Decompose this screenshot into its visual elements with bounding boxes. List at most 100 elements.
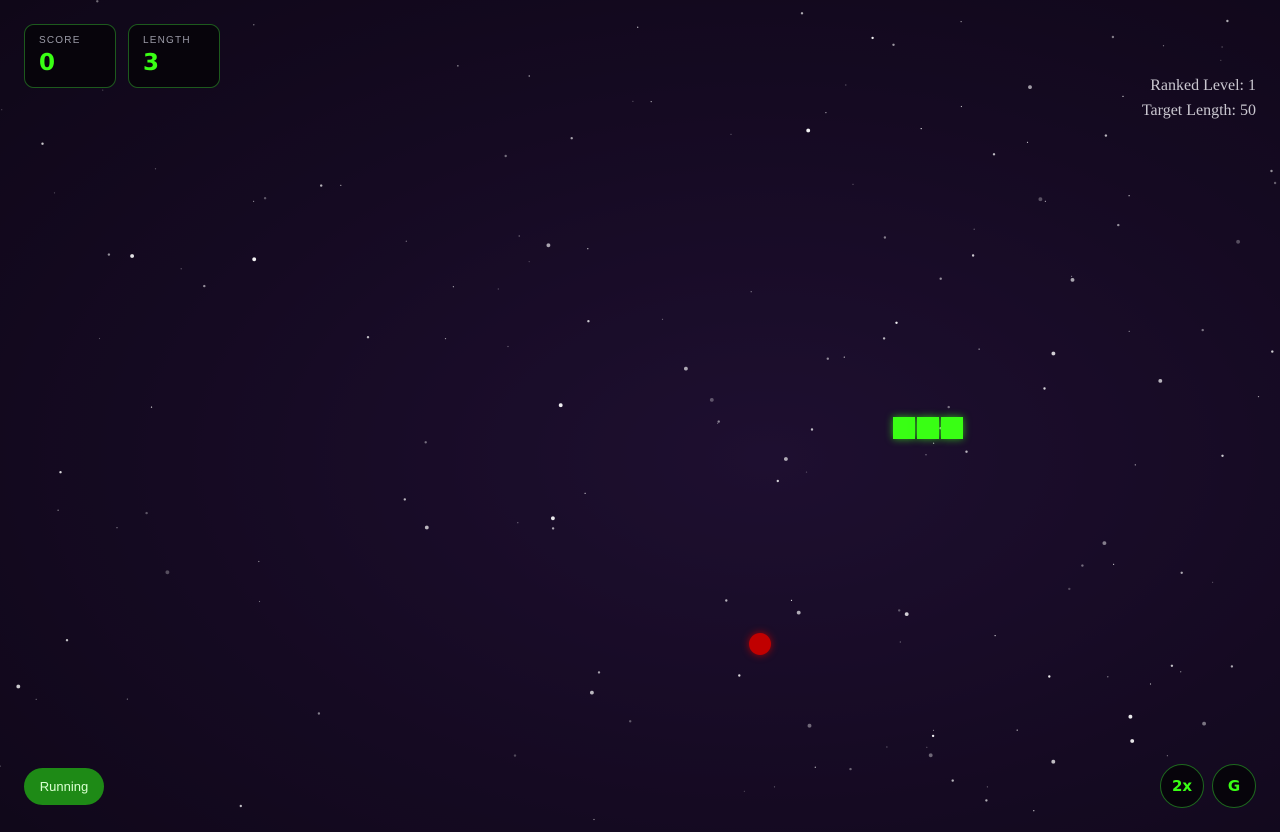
length-card: LENGTH 3 bbox=[128, 24, 220, 88]
star bbox=[1081, 564, 1084, 567]
star bbox=[826, 357, 829, 360]
star bbox=[597, 671, 601, 674]
star bbox=[1107, 676, 1109, 678]
star bbox=[1221, 454, 1224, 457]
star bbox=[1180, 571, 1183, 574]
star bbox=[899, 641, 901, 643]
star bbox=[528, 261, 530, 263]
star bbox=[845, 84, 847, 86]
star bbox=[1212, 581, 1214, 583]
star bbox=[994, 635, 996, 637]
star bbox=[457, 65, 459, 67]
star bbox=[883, 236, 887, 239]
star bbox=[895, 321, 898, 324]
star bbox=[1038, 197, 1043, 202]
star bbox=[805, 471, 808, 473]
star bbox=[587, 248, 589, 250]
star bbox=[738, 674, 741, 677]
star bbox=[730, 133, 732, 135]
star bbox=[1104, 134, 1108, 137]
star bbox=[165, 570, 170, 575]
food-pellet bbox=[749, 633, 771, 655]
star bbox=[528, 75, 530, 77]
star bbox=[1202, 721, 1206, 726]
star bbox=[882, 337, 886, 340]
star bbox=[796, 610, 801, 615]
star bbox=[253, 24, 255, 26]
star bbox=[932, 729, 935, 732]
ranked-info: Ranked Level: 1 Target Length: 50 bbox=[1142, 73, 1256, 123]
star bbox=[632, 100, 634, 102]
star bbox=[965, 450, 968, 453]
star bbox=[960, 105, 963, 108]
star bbox=[1130, 739, 1135, 743]
star bbox=[933, 442, 935, 444]
star bbox=[661, 318, 664, 320]
star bbox=[939, 277, 942, 280]
star bbox=[750, 291, 752, 293]
star bbox=[1, 109, 3, 111]
star bbox=[871, 36, 874, 40]
star bbox=[1122, 95, 1124, 97]
star bbox=[725, 599, 728, 602]
star bbox=[1226, 19, 1229, 23]
star bbox=[1043, 387, 1046, 390]
star bbox=[1044, 200, 1046, 202]
star bbox=[98, 337, 101, 340]
star bbox=[16, 684, 21, 689]
star bbox=[684, 366, 688, 371]
star bbox=[904, 612, 909, 616]
star bbox=[743, 790, 746, 792]
star bbox=[41, 142, 44, 145]
starfield-background bbox=[0, 0, 1277, 821]
star bbox=[1270, 169, 1273, 173]
star bbox=[340, 184, 342, 186]
star bbox=[57, 509, 59, 511]
star bbox=[1162, 45, 1165, 47]
star bbox=[1051, 351, 1056, 356]
star bbox=[1048, 675, 1051, 678]
star bbox=[59, 471, 62, 474]
grid-toggle-button[interactable]: G bbox=[1212, 764, 1256, 808]
star bbox=[1113, 563, 1115, 565]
star bbox=[497, 288, 499, 290]
speed-toggle-button[interactable]: 2x bbox=[1160, 764, 1204, 808]
star bbox=[320, 184, 323, 187]
star bbox=[590, 690, 594, 695]
star bbox=[258, 560, 260, 563]
star bbox=[717, 420, 720, 423]
star bbox=[800, 12, 804, 15]
star bbox=[154, 168, 157, 170]
star bbox=[717, 422, 719, 424]
star bbox=[892, 43, 895, 46]
score-card: SCORE 0 bbox=[24, 24, 116, 88]
star bbox=[1257, 396, 1260, 398]
star bbox=[403, 498, 406, 501]
star bbox=[784, 457, 788, 461]
star bbox=[1273, 181, 1277, 185]
star bbox=[1236, 239, 1240, 244]
star bbox=[637, 26, 639, 28]
star bbox=[843, 356, 845, 358]
star bbox=[931, 734, 935, 738]
star bbox=[517, 522, 519, 524]
star bbox=[35, 698, 37, 701]
star bbox=[263, 197, 267, 200]
star bbox=[150, 406, 153, 408]
ranked-level-text: Ranked Level: 1 bbox=[1150, 77, 1256, 94]
star bbox=[1016, 729, 1018, 731]
snake-head bbox=[941, 417, 963, 439]
star bbox=[951, 779, 954, 782]
star bbox=[1111, 35, 1115, 39]
star bbox=[1158, 379, 1163, 383]
star bbox=[709, 398, 714, 402]
star bbox=[926, 746, 928, 748]
star bbox=[978, 348, 980, 350]
star bbox=[507, 345, 509, 348]
star bbox=[1271, 350, 1274, 353]
star bbox=[810, 428, 814, 431]
star bbox=[96, 0, 99, 3]
star bbox=[593, 818, 595, 821]
star bbox=[317, 712, 321, 715]
game-status-badge[interactable]: Running bbox=[24, 768, 104, 805]
